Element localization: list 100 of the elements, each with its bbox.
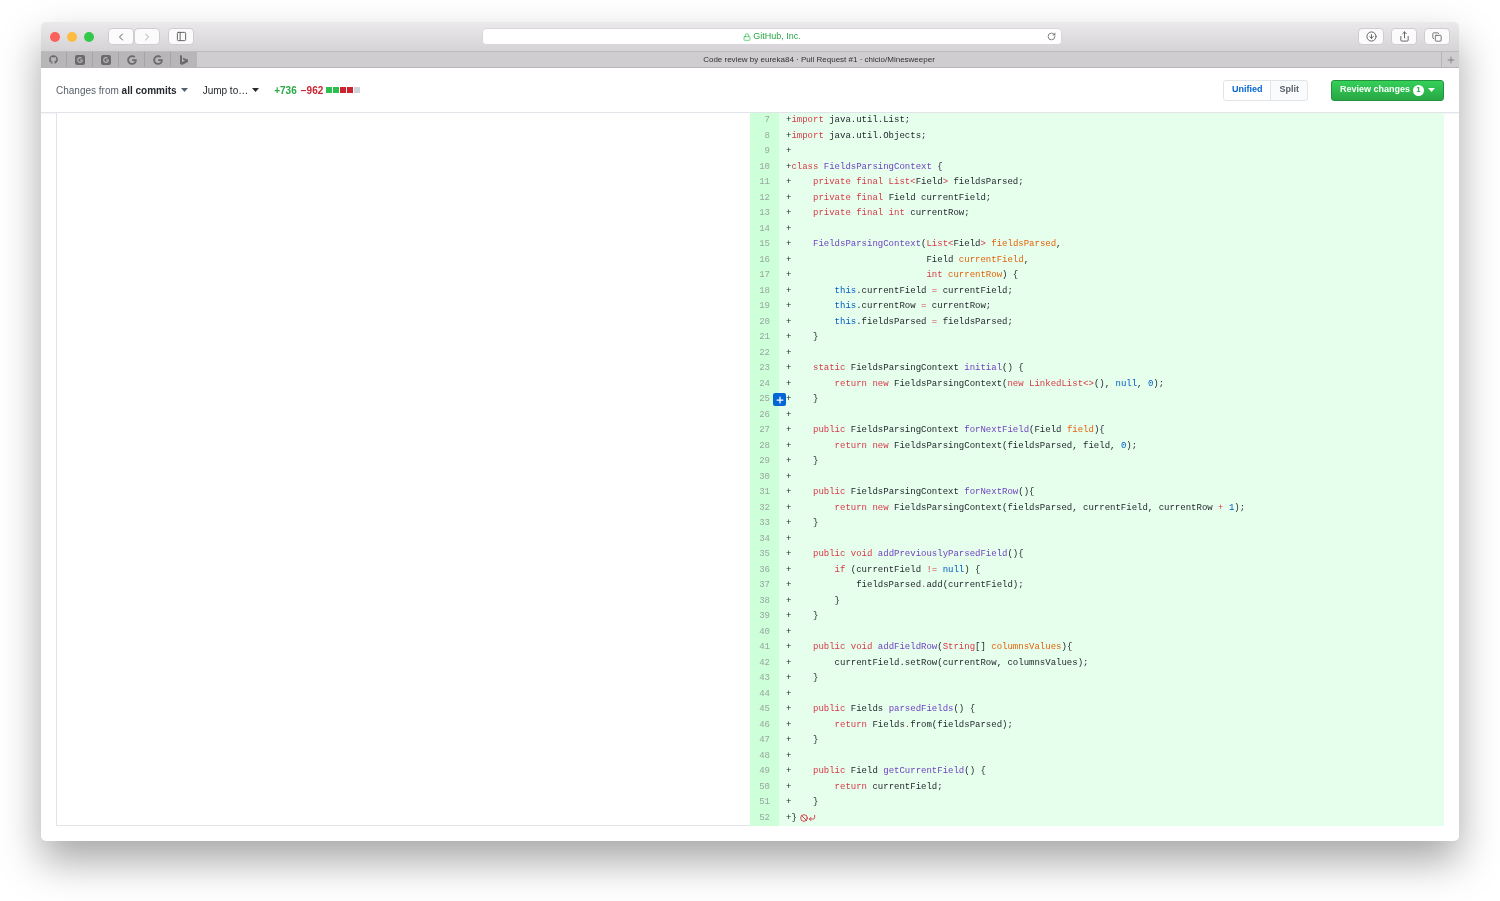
caret-icon (1428, 88, 1435, 92)
line-number[interactable]: 51 (750, 795, 772, 811)
line-number[interactable]: 37 (750, 578, 772, 594)
code-line: + FieldsParsingContext(List<Field> fieldsParsed, (786, 238, 1062, 251)
share-button[interactable] (1391, 28, 1417, 45)
line-number[interactable]: 44 (750, 686, 772, 702)
line-number[interactable]: 14 (750, 221, 772, 237)
code-line: + if (currentField != null) { (786, 563, 981, 577)
maximize-icon[interactable] (84, 31, 94, 42)
count-badge: 1 (1413, 84, 1424, 96)
code-line: + this.currentRow = currentRow; (786, 300, 992, 313)
line-number[interactable]: 24 (750, 376, 772, 392)
code-line: + } (786, 594, 840, 608)
download-button[interactable] (1358, 28, 1384, 45)
line-number[interactable]: 34 (750, 531, 772, 547)
line-number[interactable]: 20 (750, 314, 772, 330)
line-number[interactable]: 39 (750, 609, 772, 625)
line-number[interactable]: 12 (750, 190, 772, 206)
tab-title[interactable]: Code review by eureka84 · Pull Request #1 · chicio/Minesweeper (197, 53, 1441, 66)
code-line: + public FieldsParsingContext forNextField(Field field){ (786, 424, 1105, 437)
code-line: + } (786, 734, 819, 747)
add-comment-button[interactable] (773, 393, 786, 406)
view-mode-tab[interactable]: Split (1270, 79, 1308, 101)
line-number[interactable]: 52 (750, 810, 772, 826)
line-number[interactable]: 21 (750, 330, 772, 346)
line-number[interactable]: 22 (750, 345, 772, 361)
lock-icon (743, 32, 752, 41)
line-number[interactable]: 49 (750, 764, 772, 780)
code-line: + return new FieldsParsingContext(fieldsParsed, currentField, currentRow + 1); (786, 501, 1246, 515)
line-number[interactable]: 30 (750, 469, 772, 485)
address-bar[interactable]: GitHub, Inc. (482, 28, 1062, 45)
share-icon (1398, 31, 1410, 42)
line-number[interactable]: 43 (750, 671, 772, 687)
close-icon[interactable] (50, 31, 60, 42)
line-number[interactable]: 50 (750, 779, 772, 795)
code-line: + } (786, 796, 819, 809)
line-number[interactable]: 11 (750, 175, 772, 191)
line-number[interactable]: 19 (750, 299, 772, 315)
line-number[interactable]: 32 (750, 500, 772, 516)
review-changes-button[interactable]: Review changes 1 (1330, 79, 1444, 101)
tabs-button[interactable] (1424, 28, 1450, 45)
code-line: + currentField.setRow(currentRow, columnsValues); (786, 656, 1089, 670)
line-number[interactable]: 38 (750, 593, 772, 609)
code-line: + this.fieldsParsed = fieldsParsed; (786, 315, 1013, 329)
line-number[interactable]: 42 (750, 655, 772, 671)
line-number[interactable]: 31 (750, 485, 772, 501)
line-number[interactable]: 8 (750, 128, 772, 144)
code-line: + return new FieldsParsingContext(new LinkedList<>(), null, 0); (786, 377, 1165, 391)
line-number[interactable]: 40 (750, 624, 772, 640)
line-number[interactable]: 28 (750, 438, 772, 454)
code-line: + (786, 625, 792, 639)
code-line: + (786, 346, 792, 360)
line-number[interactable]: 36 (750, 562, 772, 578)
code-line: + } (786, 517, 819, 530)
line-number[interactable]: 46 (750, 717, 772, 733)
code-line: + fieldsParsed.add(currentField); (786, 579, 1024, 592)
line-number[interactable]: 18 (750, 283, 772, 299)
line-number[interactable]: 15 (750, 237, 772, 253)
line-number[interactable]: 33 (750, 516, 772, 532)
line-number[interactable]: 10 (750, 159, 772, 175)
code-line: + private final List<Field> fieldsParsed; (786, 176, 1024, 189)
forward-button[interactable] (134, 28, 160, 45)
back-button[interactable] (108, 28, 134, 45)
line-number[interactable]: 41 (750, 640, 772, 656)
code-line: + (786, 470, 792, 484)
deletions-count: −962 (300, 83, 324, 98)
code-line: +import java.util.List; (786, 114, 911, 127)
tabs-icon (1432, 31, 1442, 42)
jump-to-dropdown[interactable]: Jump to… (202, 82, 260, 98)
code-line: + } (786, 331, 819, 344)
line-number[interactable]: 9 (750, 144, 772, 160)
code-line: +class FieldsParsingContext { (786, 160, 943, 174)
line-number[interactable]: 23 (750, 361, 772, 377)
line-number[interactable]: 48 (750, 748, 772, 764)
sidebar-button[interactable] (168, 28, 194, 45)
code-line: + } (786, 393, 819, 406)
line-number[interactable]: 35 (750, 547, 772, 563)
address-text: GitHub, Inc. (753, 29, 801, 43)
line-number[interactable]: 27 (750, 423, 772, 439)
code-line: + Field currentField, (786, 253, 1030, 267)
code-line: + public void addPreviouslyParsedField(){ (786, 548, 1024, 561)
code-line: + private final Field currentField; (786, 191, 992, 205)
code-line: + static FieldsParsingContext initial() { (786, 362, 1024, 375)
code-line: + public Fields parsedFields() { (786, 703, 976, 716)
code-line: + private final int currentRow; (786, 207, 970, 220)
download-icon (1365, 31, 1377, 42)
changes-dropdown[interactable]: Changes from all commits (56, 82, 188, 98)
line-number[interactable]: 29 (750, 454, 772, 470)
line-number[interactable]: 25 (750, 392, 772, 408)
line-number[interactable]: 26 (750, 407, 772, 423)
line-number[interactable]: 13 (750, 206, 772, 222)
line-number[interactable]: 17 (750, 268, 772, 284)
line-number[interactable]: 45 (750, 702, 772, 718)
line-number[interactable]: 47 (750, 733, 772, 749)
line-number[interactable]: 7 (750, 113, 772, 129)
view-mode-tab[interactable]: Unified (1222, 79, 1272, 101)
line-number[interactable]: 16 (750, 252, 772, 268)
reload-icon[interactable] (1047, 32, 1056, 41)
code-line: + return currentField; (786, 780, 943, 794)
caret-icon (180, 88, 188, 92)
